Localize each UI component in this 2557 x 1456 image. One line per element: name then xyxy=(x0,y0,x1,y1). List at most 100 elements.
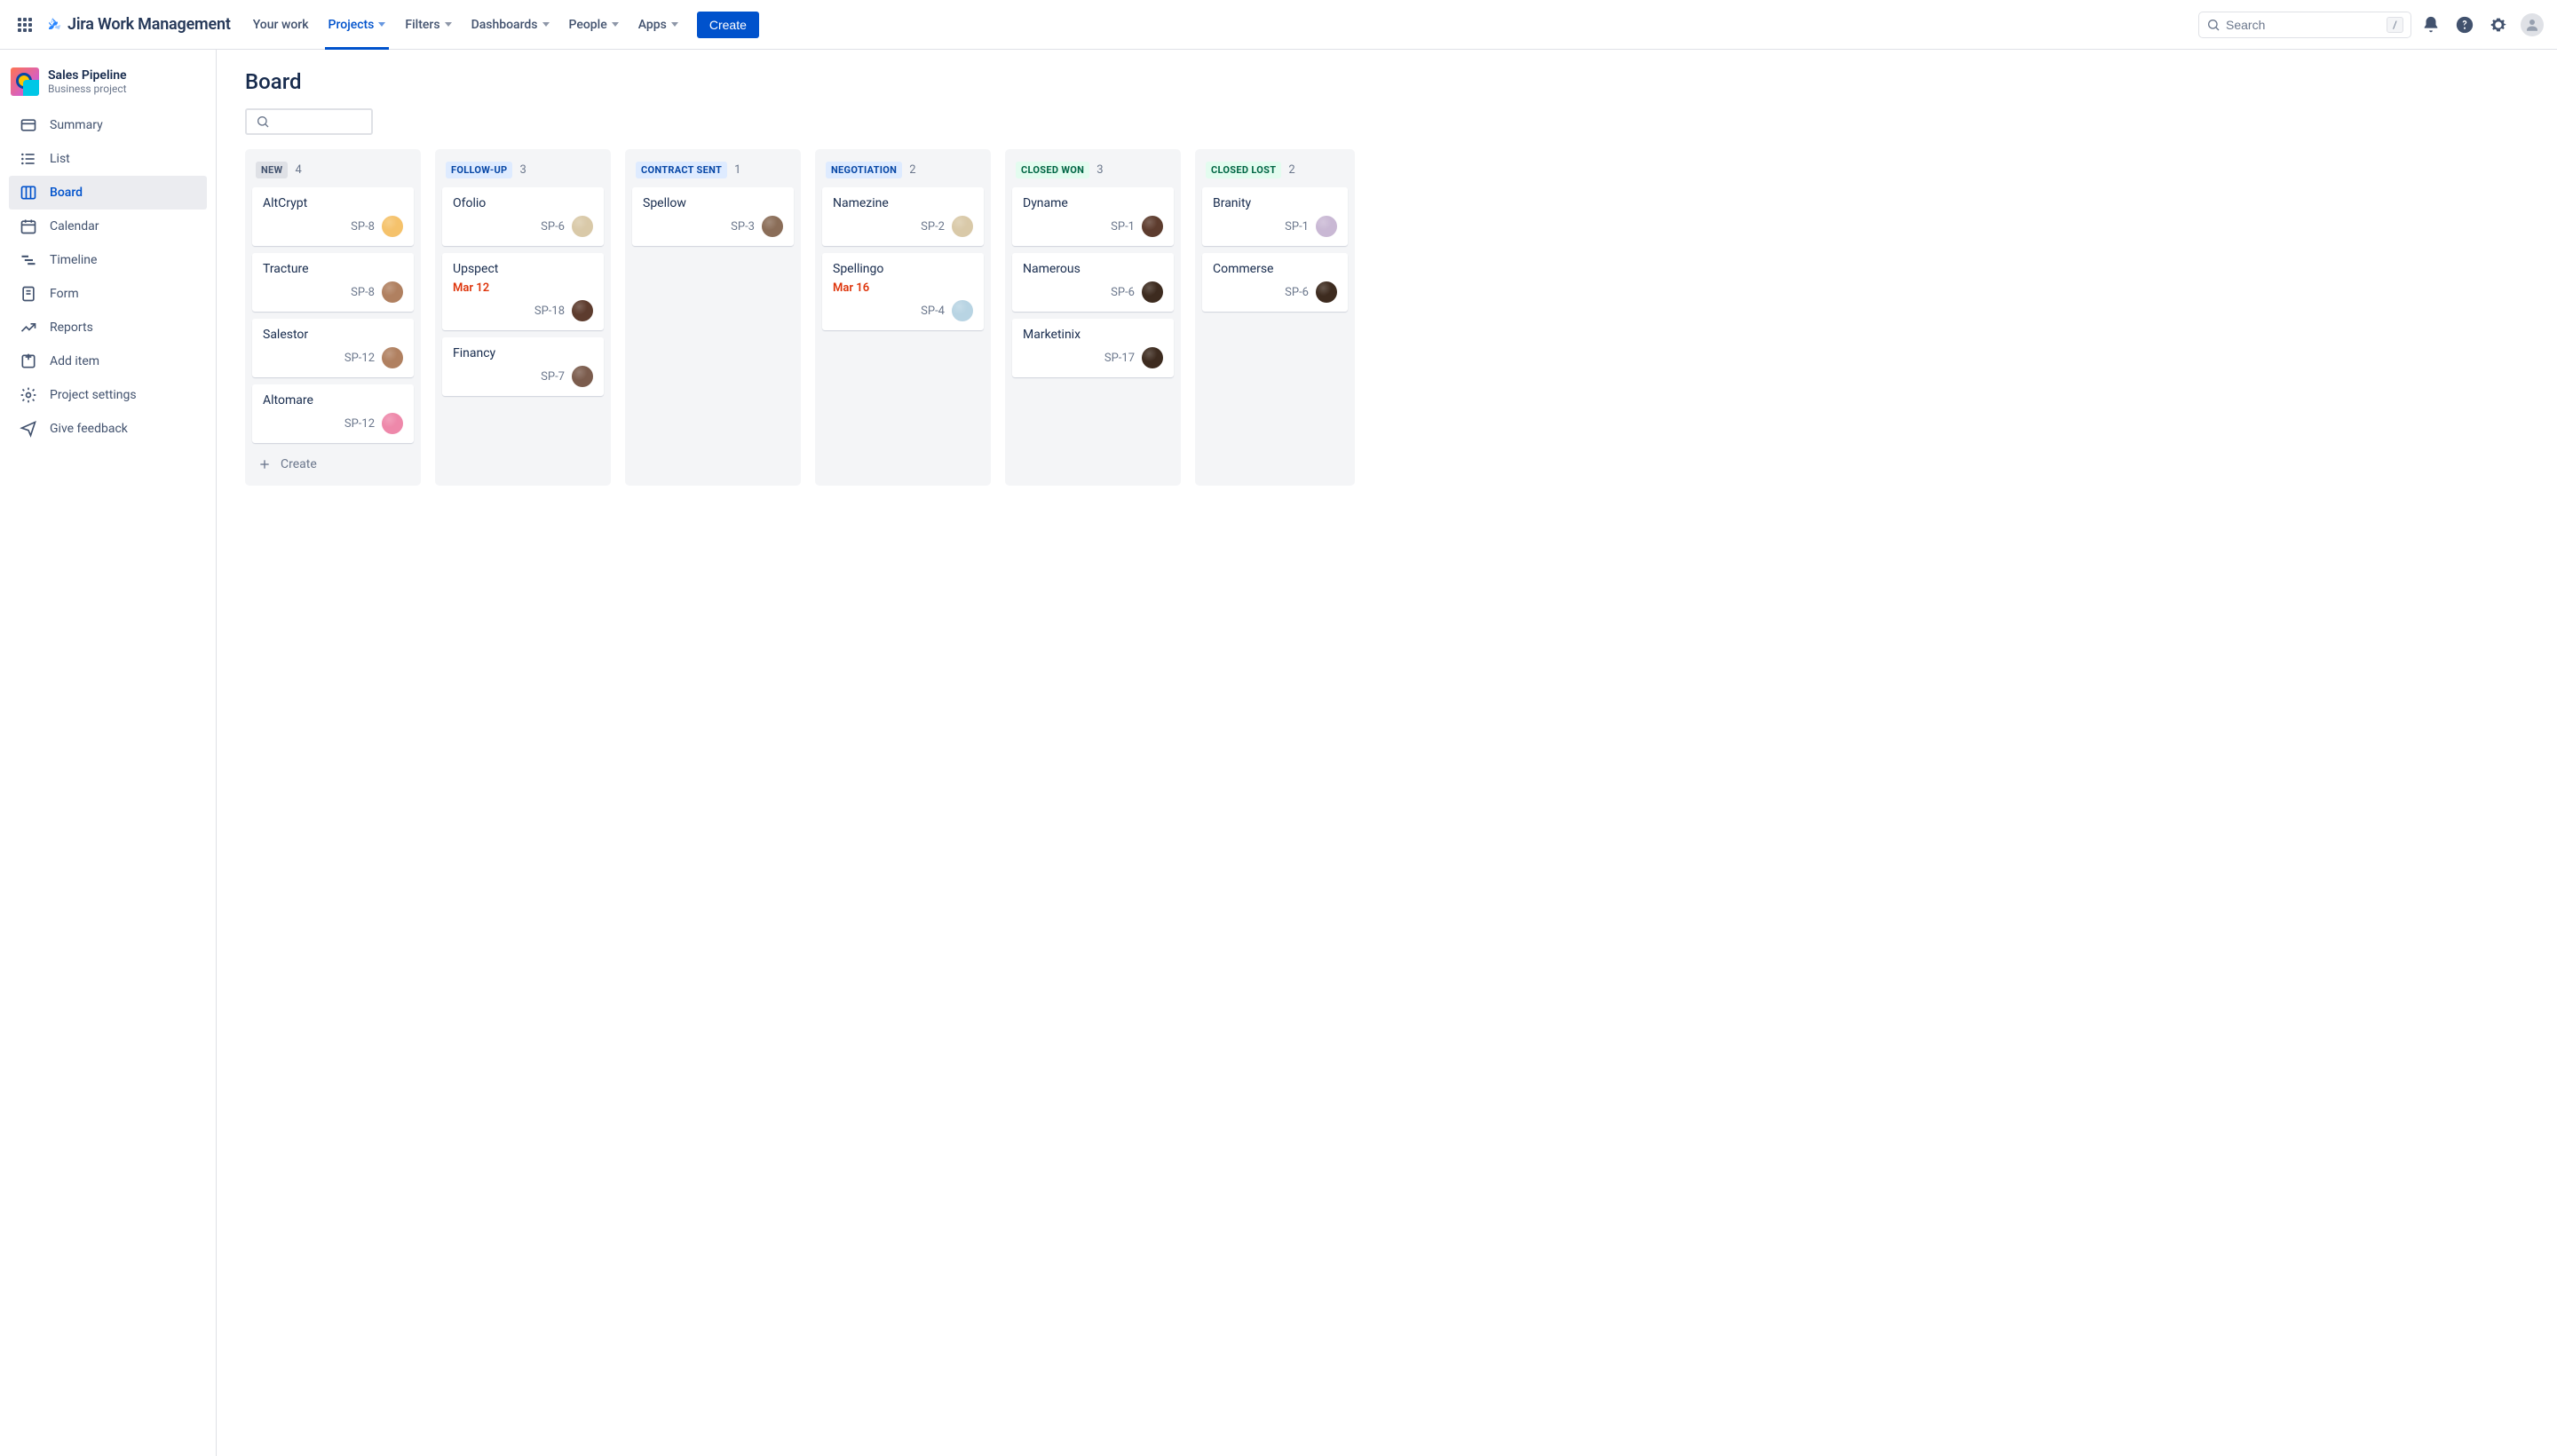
column-follow-up: FOLLOW-UP3OfolioSP-6UpspectMar 12SP-18Fi… xyxy=(435,149,611,486)
assignee-avatar[interactable] xyxy=(952,216,973,237)
assignee-avatar[interactable] xyxy=(382,413,403,434)
global-search[interactable]: / xyxy=(2198,12,2411,38)
chevron-down-icon xyxy=(542,22,550,27)
board-search[interactable] xyxy=(245,108,373,135)
sidebar-item-reports[interactable]: Reports xyxy=(9,311,207,344)
card-footer: SP-18 xyxy=(453,300,593,321)
card[interactable]: DynameSP-1 xyxy=(1012,187,1174,246)
card[interactable]: SpellingoMar 16SP-4 xyxy=(822,253,984,330)
card[interactable]: BranitySP-1 xyxy=(1202,187,1348,246)
add-icon xyxy=(20,352,37,370)
card-icon xyxy=(20,116,37,134)
app-switcher-button[interactable] xyxy=(11,11,39,39)
column-closed-won: CLOSED WON3DynameSP-1 Namerous SP-6 Marketi… xyxy=(1005,149,1181,486)
assignee-avatar[interactable] xyxy=(952,300,973,321)
product-logo[interactable]: Jira Work Management xyxy=(44,15,231,34)
help-button[interactable] xyxy=(2450,11,2479,39)
sidebar-item-calendar[interactable]: Calendar xyxy=(9,210,207,243)
chevron-down-icon xyxy=(378,22,385,27)
calendar-icon xyxy=(20,218,37,235)
assignee-avatar[interactable] xyxy=(382,347,403,368)
card-footer: SP-8 xyxy=(263,281,403,303)
nav-item-people[interactable]: People xyxy=(562,12,626,37)
card[interactable]: CommerseSP-6 xyxy=(1202,253,1348,312)
app-switcher-icon xyxy=(18,18,32,32)
assignee-avatar[interactable] xyxy=(1142,347,1163,368)
column-header[interactable]: NEW4 xyxy=(252,156,414,187)
search-input[interactable] xyxy=(2226,18,2387,32)
column-header[interactable]: CLOSED WON3 xyxy=(1012,156,1174,187)
card-footer: SP-3 xyxy=(643,216,783,237)
card[interactable]: OfolioSP-6 xyxy=(442,187,604,246)
sidebar-item-project-settings[interactable]: Project settings xyxy=(9,378,207,412)
help-icon xyxy=(2455,15,2474,35)
nav-item-dashboards[interactable]: Dashboards xyxy=(464,12,557,37)
sidebar-item-label: Project settings xyxy=(50,388,137,402)
card[interactable]: Tracture SP-8 xyxy=(252,253,414,312)
card[interactable]: AltomareSP-12 xyxy=(252,384,414,443)
card[interactable]: FinancySP-7 xyxy=(442,337,604,396)
create-card-label: Create xyxy=(281,457,317,471)
settings-button[interactable] xyxy=(2484,11,2513,39)
card-footer: SP-12 xyxy=(263,347,403,368)
sidebar-item-label: Give feedback xyxy=(50,422,128,436)
card[interactable]: NamezineSP-2 xyxy=(822,187,984,246)
card-due-date: Mar 16 xyxy=(833,281,973,295)
assignee-avatar[interactable] xyxy=(1142,216,1163,237)
create-button[interactable]: Create xyxy=(697,12,759,38)
assignee-avatar[interactable] xyxy=(572,216,593,237)
plus-icon xyxy=(257,457,272,471)
assignee-avatar[interactable] xyxy=(1316,216,1337,237)
assignee-avatar[interactable] xyxy=(382,281,403,303)
feedback-icon xyxy=(20,420,37,438)
card[interactable]: AltCryptSP-8 xyxy=(252,187,414,246)
sidebar-item-list[interactable]: List xyxy=(9,142,207,176)
sidebar-item-timeline[interactable]: Timeline xyxy=(9,243,207,277)
assignee-avatar[interactable] xyxy=(1316,281,1337,303)
sidebar-item-add-item[interactable]: Add item xyxy=(9,344,207,378)
nav-item-apps[interactable]: Apps xyxy=(631,12,685,37)
create-card-button[interactable]: Create xyxy=(252,450,414,479)
bell-icon xyxy=(2421,15,2441,35)
assignee-avatar[interactable] xyxy=(1142,281,1163,303)
column-header[interactable]: CONTRACT SENT1 xyxy=(632,156,794,187)
card[interactable]: MarketinixSP-17 xyxy=(1012,319,1174,377)
assignee-avatar[interactable] xyxy=(382,216,403,237)
sidebar-item-summary[interactable]: Summary xyxy=(9,108,207,142)
assignee-avatar[interactable] xyxy=(572,366,593,387)
sidebar-item-form[interactable]: Form xyxy=(9,277,207,311)
column-header[interactable]: FOLLOW-UP3 xyxy=(442,156,604,187)
card[interactable]: Namerous SP-6 xyxy=(1012,253,1174,312)
sidebar-item-board[interactable]: Board xyxy=(9,176,207,210)
column-contract-sent: CONTRACT SENT1SpellowSP-3 xyxy=(625,149,801,486)
card-key: SP-6 xyxy=(1111,286,1135,299)
assignee-avatar[interactable] xyxy=(572,300,593,321)
gear-icon xyxy=(2489,15,2508,35)
card-due-date: Mar 12 xyxy=(453,281,593,295)
card-title: Branity xyxy=(1213,196,1337,210)
project-name: Sales Pipeline xyxy=(48,68,127,83)
card-title: Marketinix xyxy=(1023,328,1163,342)
sidebar-item-give-feedback[interactable]: Give feedback xyxy=(9,412,207,446)
card[interactable]: UpspectMar 12SP-18 xyxy=(442,253,604,330)
sidebar-item-label: Reports xyxy=(50,320,93,335)
card-title: Tracture xyxy=(263,262,403,276)
project-header[interactable]: Sales Pipeline Business project xyxy=(9,66,207,108)
nav-item-projects[interactable]: Projects xyxy=(321,12,393,37)
sidebar-item-label: List xyxy=(50,152,70,166)
profile-button[interactable] xyxy=(2518,11,2546,39)
nav-item-your-work[interactable]: Your work xyxy=(246,12,316,37)
card-title: Financy xyxy=(453,346,593,360)
notifications-button[interactable] xyxy=(2417,11,2445,39)
card-key: SP-12 xyxy=(344,352,375,365)
chevron-down-icon xyxy=(445,22,452,27)
column-header[interactable]: NEGOTIATION2 xyxy=(822,156,984,187)
column-header[interactable]: CLOSED LOST2 xyxy=(1202,156,1348,187)
nav-item-label: Projects xyxy=(329,18,375,32)
nav-item-filters[interactable]: Filters xyxy=(398,12,458,37)
card-title: Namerous xyxy=(1023,262,1163,276)
assignee-avatar[interactable] xyxy=(762,216,783,237)
card-key: SP-4 xyxy=(921,305,945,318)
card[interactable]: SalestorSP-12 xyxy=(252,319,414,377)
card[interactable]: SpellowSP-3 xyxy=(632,187,794,246)
